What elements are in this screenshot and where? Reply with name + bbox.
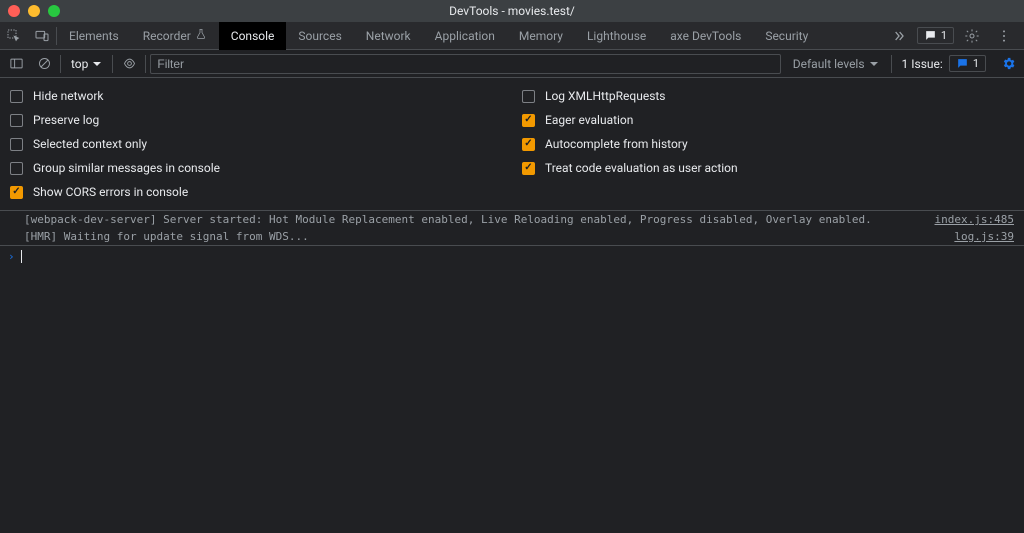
setting-eager-evaluation[interactable]: Eager evaluation — [512, 108, 1024, 132]
close-window-button[interactable] — [8, 5, 20, 17]
kebab-menu-icon[interactable] — [990, 22, 1018, 50]
toolbar-right: 1 — [885, 22, 1024, 50]
toggle-sidebar-icon[interactable] — [4, 52, 28, 76]
tab-lighthouse[interactable]: Lighthouse — [575, 22, 658, 50]
console-output: [webpack-dev-server] Server started: Hot… — [0, 211, 1024, 267]
issues-label: 1 Issue: — [902, 57, 943, 71]
minimize-window-button[interactable] — [28, 5, 40, 17]
cursor — [21, 250, 22, 263]
separator — [145, 55, 146, 73]
separator — [891, 55, 892, 73]
tab-memory[interactable]: Memory — [507, 22, 575, 50]
tab-network[interactable]: Network — [354, 22, 423, 50]
flask-icon — [195, 28, 207, 43]
live-expression-icon[interactable] — [117, 52, 141, 76]
chevron-down-icon — [92, 59, 102, 69]
console-toolbar: top Default levels 1 Issue: 1 — [0, 50, 1024, 78]
panel-tabs: Elements Recorder Console Sources Networ… — [57, 22, 820, 50]
console-prompt[interactable]: › — [0, 245, 1024, 267]
tab-console[interactable]: Console — [219, 22, 287, 50]
checkbox[interactable] — [522, 162, 535, 175]
tab-sources[interactable]: Sources — [286, 22, 353, 50]
window-title: DevTools - movies.test/ — [0, 4, 1024, 18]
messages-count: 1 — [941, 29, 947, 42]
inspect-element-icon[interactable] — [0, 22, 28, 50]
clear-console-icon[interactable] — [32, 52, 56, 76]
checkbox[interactable] — [10, 90, 23, 103]
checkbox[interactable] — [522, 138, 535, 151]
chevron-right-icon: › — [8, 250, 15, 263]
log-entry: [HMR] Waiting for update signal from WDS… — [0, 228, 1024, 245]
checkbox[interactable] — [522, 114, 535, 127]
console-settings-panel: Hide network Preserve log Selected conte… — [0, 78, 1024, 211]
messages-badge[interactable]: 1 — [917, 27, 954, 44]
maximize-window-button[interactable] — [48, 5, 60, 17]
checkbox[interactable] — [10, 186, 23, 199]
tab-elements[interactable]: Elements — [57, 22, 131, 50]
settings-column-left: Hide network Preserve log Selected conte… — [0, 84, 512, 204]
separator — [112, 55, 113, 73]
setting-log-xhr[interactable]: Log XMLHttpRequests — [512, 84, 1024, 108]
settings-column-right: Log XMLHttpRequests Eager evaluation Aut… — [512, 84, 1024, 204]
setting-selected-context-only[interactable]: Selected context only — [0, 132, 512, 156]
tab-security[interactable]: Security — [753, 22, 820, 50]
tab-application[interactable]: Application — [423, 22, 507, 50]
context-label: top — [71, 57, 88, 71]
checkbox[interactable] — [10, 114, 23, 127]
checkbox[interactable] — [10, 138, 23, 151]
traffic-lights — [8, 5, 60, 17]
filter-input[interactable] — [150, 54, 780, 74]
main-toolbar: Elements Recorder Console Sources Networ… — [0, 22, 1024, 50]
log-message: [webpack-dev-server] Server started: Hot… — [24, 213, 923, 226]
log-source-link[interactable]: index.js:485 — [923, 213, 1014, 226]
levels-label: Default levels — [793, 57, 865, 71]
issues-count: 1 — [973, 57, 979, 70]
log-message: [HMR] Waiting for update signal from WDS… — [24, 230, 942, 243]
separator — [60, 55, 61, 73]
checkbox[interactable] — [10, 162, 23, 175]
log-entry: [webpack-dev-server] Server started: Hot… — [0, 211, 1024, 228]
setting-hide-network[interactable]: Hide network — [0, 84, 512, 108]
setting-preserve-log[interactable]: Preserve log — [0, 108, 512, 132]
checkbox[interactable] — [522, 90, 535, 103]
setting-show-cors-errors[interactable]: Show CORS errors in console — [0, 180, 512, 204]
log-source-link[interactable]: log.js:39 — [942, 230, 1014, 243]
settings-gear-icon[interactable] — [958, 22, 986, 50]
context-selector[interactable]: top — [65, 57, 108, 71]
device-toolbar-icon[interactable] — [28, 22, 56, 50]
setting-group-similar[interactable]: Group similar messages in console — [0, 156, 512, 180]
more-tabs-icon[interactable] — [885, 22, 913, 50]
setting-code-eval-user-action[interactable]: Treat code evaluation as user action — [512, 156, 1024, 180]
console-settings-gear-icon[interactable] — [996, 52, 1020, 76]
tab-axe-devtools[interactable]: axe DevTools — [658, 22, 753, 50]
issues-badge: 1 — [949, 55, 986, 72]
chevron-down-icon — [869, 59, 879, 69]
issues-button[interactable]: 1 Issue: 1 — [896, 55, 992, 72]
setting-autocomplete-history[interactable]: Autocomplete from history — [512, 132, 1024, 156]
tab-recorder[interactable]: Recorder — [131, 22, 219, 50]
log-levels-selector[interactable]: Default levels — [785, 57, 887, 71]
titlebar: DevTools - movies.test/ — [0, 0, 1024, 22]
